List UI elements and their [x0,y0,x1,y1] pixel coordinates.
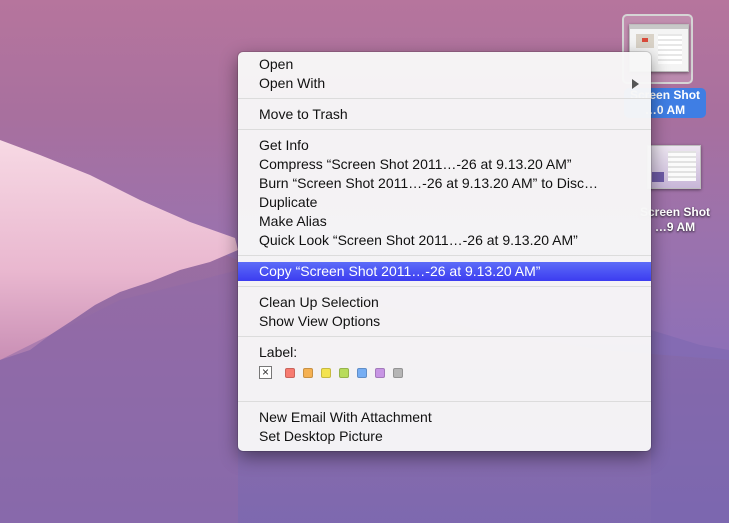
label-blue-swatch[interactable] [357,368,367,378]
thumbnail-list [658,34,682,64]
submenu-arrow-icon [632,79,639,89]
context-menu: Open Open With Move to Trash Get Info Co… [238,52,651,451]
label-orange-swatch[interactable] [303,368,313,378]
thumbnail-block [642,38,648,42]
label-red-swatch[interactable] [285,368,295,378]
thumbnail-list [668,151,696,181]
label-purple-swatch[interactable] [375,368,385,378]
label-color-row: × [238,362,651,384]
menu-separator [238,286,651,287]
menu-item-label: Open With [259,75,326,91]
menu-separator [238,98,651,99]
thumbnail-titlebar [630,25,688,29]
menu-item-new-email-with-attachment[interactable]: New Email With Attachment [238,408,651,427]
menu-separator [238,255,651,256]
menu-item-open[interactable]: Open [238,55,651,74]
screenshot-thumbnail-2[interactable] [647,145,701,189]
menu-item-open-with[interactable]: Open With [238,74,651,93]
menu-item-compress[interactable]: Compress “Screen Shot 2011…-26 at 9.13.2… [238,155,651,174]
thumbnail-block [652,172,664,182]
menu-item-make-alias[interactable]: Make Alias [238,212,651,231]
menu-item-get-info[interactable]: Get Info [238,136,651,155]
menu-spacer [238,384,651,396]
label-green-swatch[interactable] [339,368,349,378]
menu-item-set-desktop-picture[interactable]: Set Desktop Picture [238,427,651,446]
menu-separator [238,129,651,130]
label-none-button[interactable]: × [259,366,272,379]
menu-item-quick-look[interactable]: Quick Look “Screen Shot 2011…-26 at 9.13… [238,231,651,250]
menu-item-show-view-options[interactable]: Show View Options [238,312,651,331]
menu-item-move-to-trash[interactable]: Move to Trash [238,105,651,124]
menu-separator [238,336,651,337]
desktop: Screen Shot …0 AM Screen Shot …9 AM Open… [0,0,729,523]
menu-separator [238,401,651,402]
menu-item-duplicate[interactable]: Duplicate [238,193,651,212]
label-yellow-swatch[interactable] [321,368,331,378]
label-gray-swatch[interactable] [393,368,403,378]
menu-item-burn-to-disc[interactable]: Burn “Screen Shot 2011…-26 at 9.13.20 AM… [238,174,651,193]
menu-item-clean-up-selection[interactable]: Clean Up Selection [238,293,651,312]
menu-item-copy[interactable]: Copy “Screen Shot 2011…-26 at 9.13.20 AM… [238,262,651,281]
label-title: Label: [259,344,298,360]
